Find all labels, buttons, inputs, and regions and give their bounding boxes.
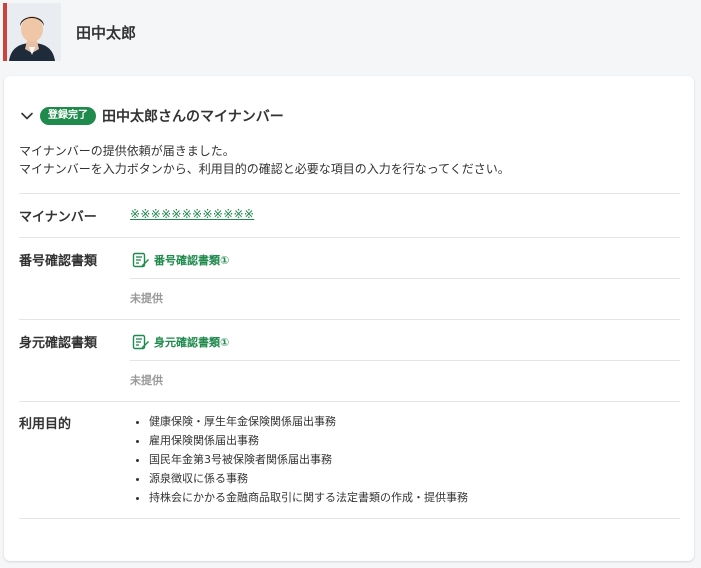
section-header[interactable]: 登録完了 田中太郎さんのマイナンバー bbox=[20, 106, 284, 126]
section-description: マイナンバーの提供依頼が届きました。 マイナンバーを入力ボタンから、利用目的の確… bbox=[19, 142, 510, 178]
document-edit-icon bbox=[132, 252, 150, 268]
divider bbox=[19, 401, 680, 402]
description-line: マイナンバーを入力ボタンから、利用目的の確認と必要な項目の入力を行なってください… bbox=[19, 162, 510, 176]
purpose-label: 利用目的 bbox=[19, 417, 72, 432]
page-header: 田中太郎 bbox=[0, 0, 701, 66]
avatar-portrait-icon bbox=[3, 3, 61, 61]
avatar bbox=[3, 3, 61, 61]
section-title: 田中太郎さんのマイナンバー bbox=[102, 109, 284, 125]
number-doc-link-label: 番号確認書類① bbox=[154, 254, 230, 267]
mynumber-label: マイナンバー bbox=[19, 210, 97, 225]
purpose-list: 健康保険・厚生年金保険関係届出事務 雇用保険関係届出事務 国民年金第3号被保険者… bbox=[130, 412, 468, 507]
identity-doc-status: 未提供 bbox=[130, 374, 163, 387]
chevron-down-icon[interactable] bbox=[20, 109, 34, 123]
document-edit-icon bbox=[132, 334, 150, 350]
number-doc-status: 未提供 bbox=[130, 292, 163, 305]
list-item: 持株会にかかる金融商品取引に関する法定書類の作成・提供事務 bbox=[149, 488, 468, 507]
mynumber-value-link[interactable]: ※※※※※※※※※※※※ bbox=[130, 207, 254, 221]
divider bbox=[130, 278, 680, 279]
divider bbox=[19, 193, 680, 194]
divider bbox=[130, 360, 680, 361]
number-doc-link[interactable]: 番号確認書類① bbox=[132, 252, 229, 268]
user-name: 田中太郎 bbox=[76, 24, 137, 42]
description-line: マイナンバーの提供依頼が届きました。 bbox=[19, 144, 235, 158]
list-item: 源泉徴収に係る事務 bbox=[149, 469, 468, 488]
list-item: 雇用保険関係届出事務 bbox=[149, 431, 468, 450]
identity-doc-label: 身元確認書類 bbox=[19, 336, 98, 351]
divider bbox=[19, 237, 680, 238]
status-badge: 登録完了 bbox=[40, 107, 96, 125]
divider bbox=[19, 518, 680, 519]
identity-doc-link-label: 身元確認書類① bbox=[154, 336, 230, 349]
identity-doc-link[interactable]: 身元確認書類① bbox=[132, 334, 229, 350]
divider bbox=[19, 319, 680, 320]
mynumber-card: 登録完了 田中太郎さんのマイナンバー マイナンバーの提供依頼が届きました。 マイ… bbox=[4, 76, 694, 561]
list-item: 国民年金第3号被保険者関係届出事務 bbox=[149, 450, 468, 469]
number-doc-label: 番号確認書類 bbox=[19, 254, 98, 269]
list-item: 健康保険・厚生年金保険関係届出事務 bbox=[149, 412, 468, 431]
